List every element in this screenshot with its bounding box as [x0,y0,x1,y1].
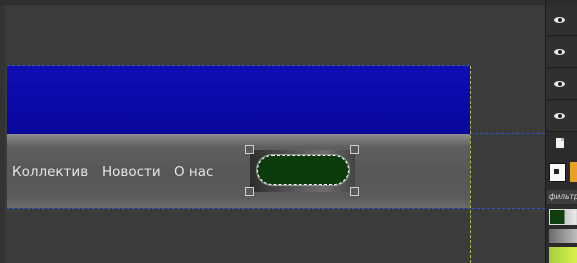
gradient-swatch-lime[interactable] [549,247,577,263]
effects-tab[interactable]: фильтр [547,190,577,204]
guide-line-top[interactable] [7,65,470,66]
layer-row[interactable] [546,101,577,132]
color-swatch-fill[interactable] [549,163,566,182]
document-icon[interactable] [556,138,564,148]
gradient-swatch-green[interactable] [549,209,577,225]
eye-icon[interactable] [554,81,565,87]
gradient-swatch-gray[interactable] [549,229,577,243]
transform-handle-bottom-right[interactable] [350,187,359,196]
guide-line-bottom[interactable] [7,208,545,209]
layer-row[interactable] [546,5,577,36]
eye-icon[interactable] [554,113,565,119]
nav-link-news[interactable]: Новости [102,164,161,180]
layer-row[interactable] [546,37,577,68]
selection-marquee [257,155,349,185]
layer-row[interactable] [546,69,577,100]
guide-line-middle[interactable] [470,133,545,134]
transform-handle-top-left[interactable] [245,145,254,154]
canvas-top-border [0,0,545,5]
nav-link-team[interactable]: Коллектив [12,164,88,180]
header-banner[interactable] [7,66,470,134]
guide-line-vertical[interactable] [470,66,471,263]
transform-handle-bottom-left[interactable] [245,187,254,196]
eye-icon[interactable] [554,49,565,55]
color-swatch-orange[interactable] [570,162,577,182]
canvas-left-gutter [0,0,5,263]
transform-handle-top-right[interactable] [350,145,359,154]
nav-link-about[interactable]: О нас [174,164,213,180]
eye-icon[interactable] [554,17,565,23]
